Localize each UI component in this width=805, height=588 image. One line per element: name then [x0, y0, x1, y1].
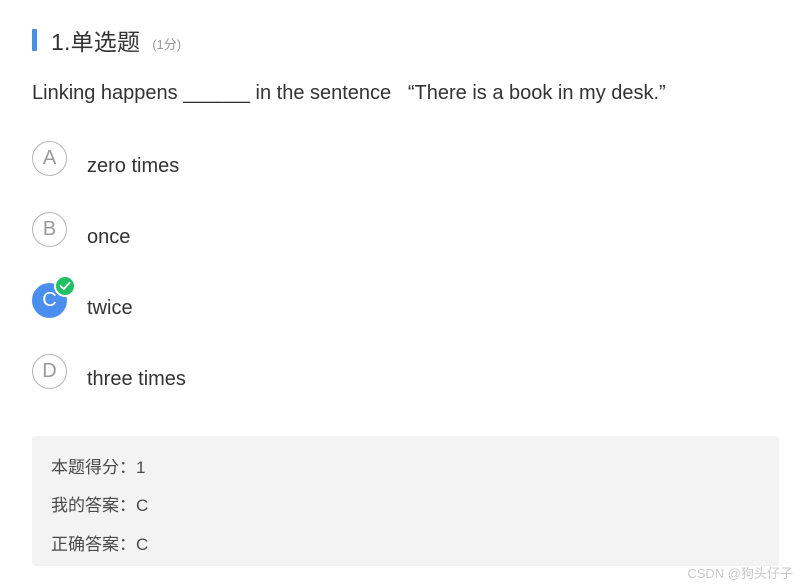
option-d-text[interactable]: three times: [87, 368, 186, 391]
option-b[interactable]: B once: [32, 212, 532, 252]
check-icon: [54, 275, 76, 297]
question-header: 1.单选题 (1分): [32, 24, 181, 56]
my-answer: 我的答案：C: [51, 496, 149, 515]
question-score: (1分): [152, 36, 182, 52]
option-a-text[interactable]: zero times: [87, 155, 179, 178]
correct-answer: 正确答案：C: [51, 535, 149, 554]
watermark: CSDN @狗头仔子: [687, 566, 793, 581]
question-title: 1.单选题: [51, 29, 141, 55]
option-d-letter[interactable]: D: [32, 354, 67, 389]
option-d[interactable]: D three times: [32, 354, 532, 394]
title-accent-bar: [32, 29, 37, 51]
answer-result-panel: 本题得分：1 我的答案：C 正确答案：C: [32, 436, 779, 566]
question-stem: Linking happens ______ in the sentence “…: [32, 82, 666, 104]
option-b-text[interactable]: once: [87, 226, 130, 249]
option-a[interactable]: A zero times: [32, 141, 532, 181]
option-c[interactable]: C twice: [32, 275, 532, 323]
option-c-text[interactable]: twice: [87, 297, 133, 320]
option-b-letter[interactable]: B: [32, 212, 67, 247]
option-a-letter[interactable]: A: [32, 141, 67, 176]
question-score-result: 本题得分：1: [51, 458, 146, 477]
